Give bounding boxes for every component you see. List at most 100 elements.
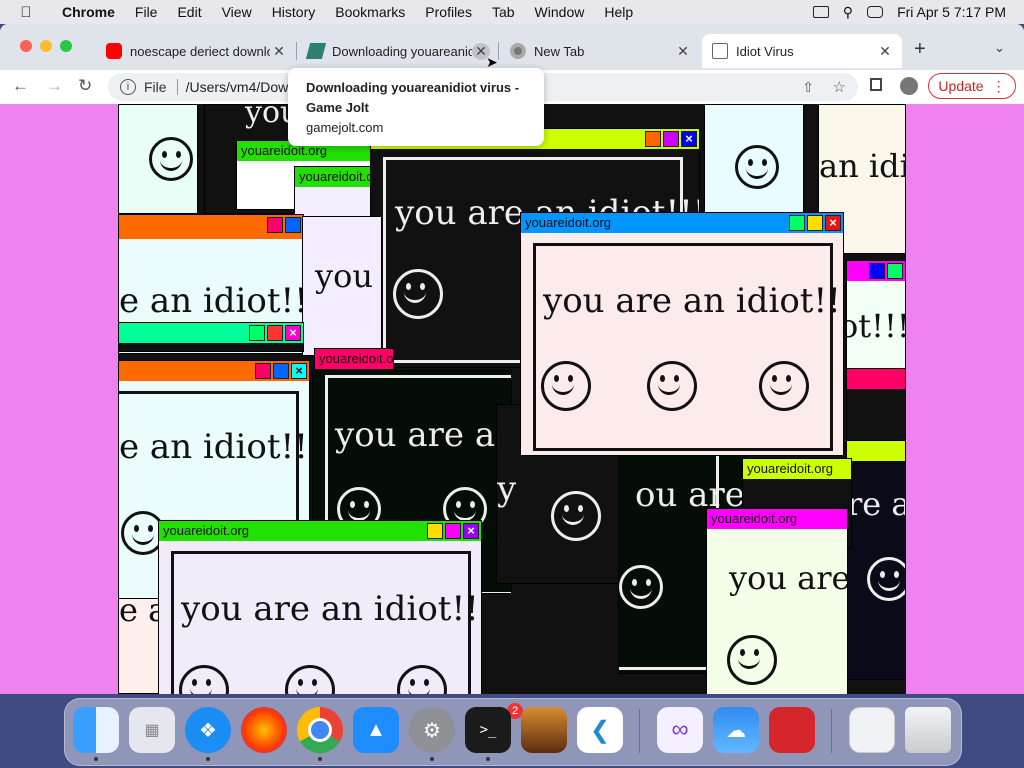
menu-edit[interactable]: Edit: [167, 4, 211, 20]
menu-help[interactable]: Help: [594, 4, 643, 20]
popup-window[interactable]: [704, 104, 804, 214]
menu-view[interactable]: View: [212, 4, 262, 20]
popup-titlebar[interactable]: youareidoit.org ×: [159, 521, 481, 541]
popup-titlebar[interactable]: youareidoit.org: [707, 509, 847, 529]
minimize-icon[interactable]: [255, 363, 271, 379]
popup-titlebar[interactable]: youareidoit.org ×: [521, 213, 843, 233]
youtube-icon: [106, 43, 122, 59]
window-close-button[interactable]: [20, 40, 32, 52]
menu-file[interactable]: File: [125, 4, 168, 20]
close-icon[interactable]: ×: [681, 131, 697, 147]
popup-titlebar[interactable]: ×: [119, 361, 309, 381]
chrome-dock-icon[interactable]: [297, 707, 343, 753]
popup-window[interactable]: youareidoit.org × you are an idiot!!!: [158, 520, 482, 694]
close-icon[interactable]: ×: [463, 523, 479, 539]
launchpad-icon[interactable]: ▦: [129, 707, 175, 753]
tab-title: New Tab: [534, 43, 585, 59]
spotlight-search-icon[interactable]: ⚲: [843, 4, 853, 21]
maximize-icon[interactable]: [445, 523, 461, 539]
window-minimize-button[interactable]: [40, 40, 52, 52]
maximize-icon[interactable]: [807, 215, 823, 231]
menu-app-name[interactable]: Chrome: [52, 4, 125, 20]
window-zoom-button[interactable]: [60, 40, 72, 52]
tab-search-chevron-icon[interactable]: ⌄: [994, 40, 1005, 56]
share-icon[interactable]: ⇧: [802, 79, 814, 96]
menu-history[interactable]: History: [262, 4, 326, 20]
popup-window[interactable]: ×: [118, 322, 304, 352]
more-menu-icon[interactable]: ⋮: [992, 78, 1006, 95]
update-button[interactable]: Update ⋮: [928, 73, 1016, 99]
minimize-icon[interactable]: [267, 217, 283, 233]
window-controls: ×: [789, 215, 841, 231]
close-icon[interactable]: ×: [825, 215, 841, 231]
tab-new-tab[interactable]: New Tab ✕: [500, 34, 700, 68]
terminal-icon[interactable]: >_: [465, 707, 511, 753]
tab-close-icon[interactable]: ✕: [674, 43, 692, 60]
garageband-icon[interactable]: [521, 707, 567, 753]
popup-window[interactable]: re a: [846, 440, 906, 680]
menu-profiles[interactable]: Profiles: [415, 4, 482, 20]
popup-titlebar[interactable]: ×: [119, 323, 303, 343]
trash-icon[interactable]: [905, 707, 951, 753]
maximize-icon[interactable]: [887, 263, 903, 279]
firefox-icon[interactable]: [241, 707, 287, 753]
photo-booth-icon[interactable]: [769, 707, 815, 753]
popup-titlebar[interactable]: [847, 369, 905, 389]
popup-titlebar[interactable]: [119, 215, 303, 239]
tab-gamejolt[interactable]: Downloading youareanidi ✕: [298, 34, 498, 68]
minimize-icon[interactable]: [789, 215, 805, 231]
app-store-icon[interactable]: ▲: [353, 707, 399, 753]
popup-window[interactable]: [118, 104, 198, 214]
menu-bookmarks[interactable]: Bookmarks: [325, 4, 415, 20]
menubar-clock[interactable]: Fri Apr 5 7:17 PM: [897, 4, 1006, 20]
address-scheme-label: File: [144, 79, 178, 95]
side-panel-icon[interactable]: [870, 78, 882, 91]
popup-window[interactable]: youareidoit.org × you are an idiot!!!: [520, 212, 844, 456]
vscode-icon[interactable]: ❮: [577, 707, 623, 753]
menu-tab[interactable]: Tab: [482, 4, 525, 20]
popup-window[interactable]: e a: [118, 598, 162, 694]
control-center-icon[interactable]: [867, 6, 884, 18]
minimize-icon[interactable]: [249, 325, 265, 341]
minimize-icon[interactable]: [645, 131, 661, 147]
tab-idiot-virus[interactable]: Idiot Virus ✕: [702, 34, 902, 68]
popup-titlebar[interactable]: youareidoit.org: [315, 349, 393, 369]
popup-titlebar[interactable]: youareidoit.org: [743, 459, 851, 479]
tab-close-icon[interactable]: ✕: [270, 43, 288, 60]
visual-studio-icon[interactable]: ∞: [657, 707, 703, 753]
reload-icon[interactable]: ↻: [78, 76, 92, 96]
tab-strip: noescape deriect downlo ✕ Downloading yo…: [0, 24, 1024, 70]
minimize-icon[interactable]: [427, 523, 443, 539]
popup-window[interactable]: youareidoit.org you are: [706, 508, 848, 694]
maximize-icon[interactable]: [267, 325, 283, 341]
popup-window[interactable]: ot!!!: [846, 260, 906, 370]
popup-titlebar[interactable]: youareidoit.org: [295, 167, 373, 187]
screen-mirroring-icon[interactable]: [812, 6, 829, 18]
new-tab-button[interactable]: +: [914, 38, 926, 61]
back-arrow-icon[interactable]: ←: [12, 76, 29, 96]
maximize-icon[interactable]: [663, 131, 679, 147]
maximize-icon[interactable]: [285, 217, 301, 233]
safari-icon[interactable]: ❖: [185, 707, 231, 753]
site-info-icon[interactable]: i: [120, 79, 136, 95]
address-url[interactable]: /Users/vm4/Dow: [186, 79, 289, 95]
menu-window[interactable]: Window: [525, 4, 595, 20]
system-settings-icon[interactable]: ⚙: [409, 707, 455, 753]
minimize-icon[interactable]: [869, 263, 885, 279]
forward-arrow-icon[interactable]: →: [46, 76, 63, 96]
close-icon[interactable]: ×: [285, 325, 301, 341]
weather-icon[interactable]: ☁: [713, 707, 759, 753]
maximize-icon[interactable]: [273, 363, 289, 379]
popup-titlebar[interactable]: [847, 261, 905, 281]
finder-icon[interactable]: [73, 707, 119, 753]
bookmark-star-icon[interactable]: ☆: [833, 78, 846, 96]
popup-window[interactable]: you: [302, 216, 382, 356]
tab-close-icon[interactable]: ✕: [876, 43, 894, 60]
close-icon[interactable]: ×: [291, 363, 307, 379]
downloads-stack-icon[interactable]: [849, 707, 895, 753]
profile-avatar-icon[interactable]: [900, 77, 918, 95]
tab-youtube[interactable]: noescape deriect downlo ✕: [96, 34, 296, 68]
popup-title: youareidoit.org: [319, 351, 393, 366]
popup-titlebar[interactable]: [847, 441, 905, 461]
apple-menu-icon[interactable]: : [0, 4, 52, 21]
